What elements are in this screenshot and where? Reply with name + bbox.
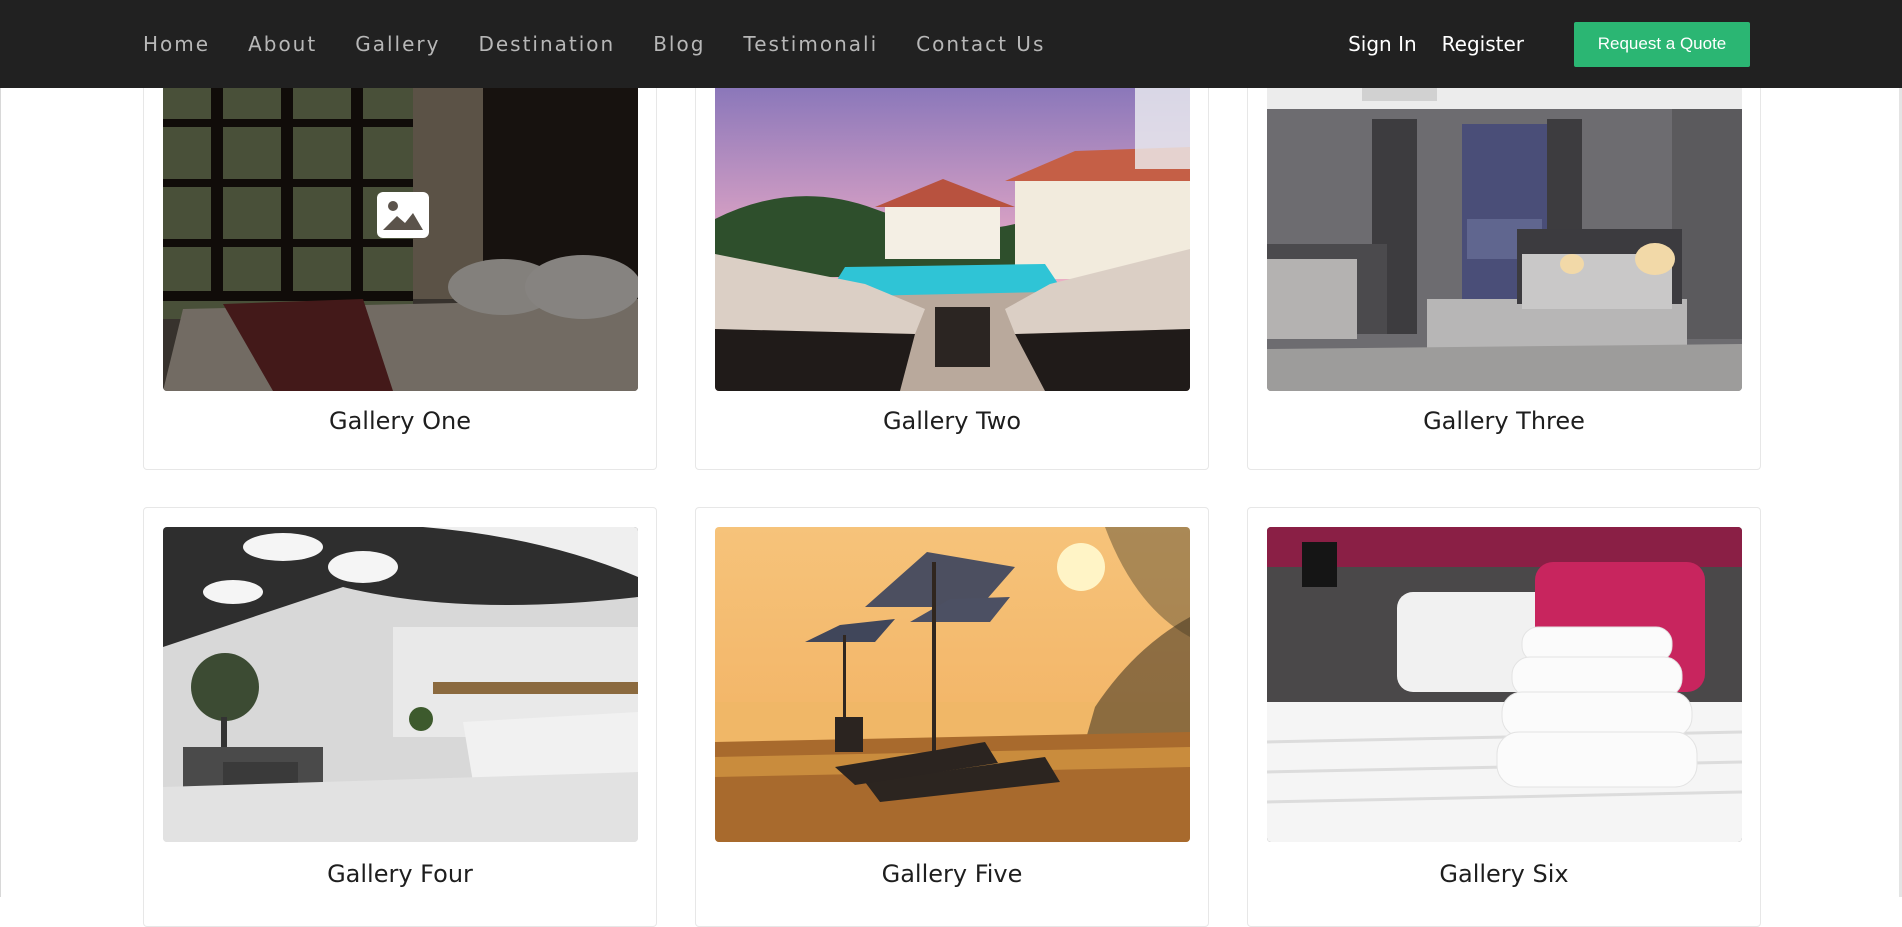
gallery-photo-1[interactable]	[163, 59, 638, 391]
gallery-title-5: Gallery Five	[881, 860, 1023, 888]
request-quote-button[interactable]: Request a Quote	[1574, 21, 1750, 67]
nav-link-testimonials[interactable]: Testimonali	[743, 32, 878, 56]
gallery-title-4: Gallery Four	[327, 860, 473, 888]
register-link[interactable]: Register	[1442, 32, 1524, 56]
sunset-terrace-photo	[715, 527, 1190, 842]
gallery-card-4: Gallery Four	[143, 507, 657, 927]
nav-link-blog[interactable]: Blog	[653, 32, 705, 56]
page-edge	[0, 88, 1, 897]
gallery-card-5: Gallery Five	[695, 507, 1209, 927]
nav-link-contact[interactable]: Contact Us	[916, 32, 1045, 56]
sign-in-link[interactable]: Sign In	[1348, 32, 1417, 56]
folded-towels-bed-photo	[1267, 527, 1742, 842]
pool-villa-photo	[715, 59, 1190, 391]
gallery-title-6: Gallery Six	[1439, 860, 1569, 888]
gallery-title-1: Gallery One	[329, 407, 471, 435]
nav-link-home[interactable]: Home	[143, 32, 210, 56]
bedroom-window-photo	[163, 59, 638, 391]
gallery-photo-6[interactable]	[1267, 527, 1742, 842]
gallery-photo-2[interactable]	[715, 59, 1190, 391]
nav-link-destination[interactable]: Destination	[478, 32, 615, 56]
top-navbar: Home About Gallery Destination Blog Test…	[0, 0, 1902, 88]
gallery-photo-5[interactable]	[715, 527, 1190, 842]
gallery-photo-3[interactable]	[1267, 59, 1742, 391]
gallery-title-3: Gallery Three	[1423, 407, 1585, 435]
gallery-card-2: Gallery Two	[695, 58, 1209, 470]
gallery-card-1: Gallery One	[143, 58, 657, 470]
main-nav: Home About Gallery Destination Blog Test…	[143, 0, 1083, 88]
nav-link-about[interactable]: About	[248, 32, 317, 56]
gallery-card-3: Gallery Three	[1247, 58, 1761, 470]
nav-actions: Sign In Register Request a Quote	[1323, 0, 1750, 88]
gallery-photo-4[interactable]	[163, 527, 638, 842]
hotel-room-photo	[1267, 59, 1742, 391]
nav-link-gallery[interactable]: Gallery	[355, 32, 440, 56]
gallery-title-2: Gallery Two	[882, 407, 1022, 435]
hotel-lobby-photo	[163, 527, 638, 842]
gallery-card-6: Gallery Six	[1247, 507, 1761, 927]
gallery-grid: Gallery One Gallery Two Gallery Three Ga…	[0, 0, 1902, 927]
